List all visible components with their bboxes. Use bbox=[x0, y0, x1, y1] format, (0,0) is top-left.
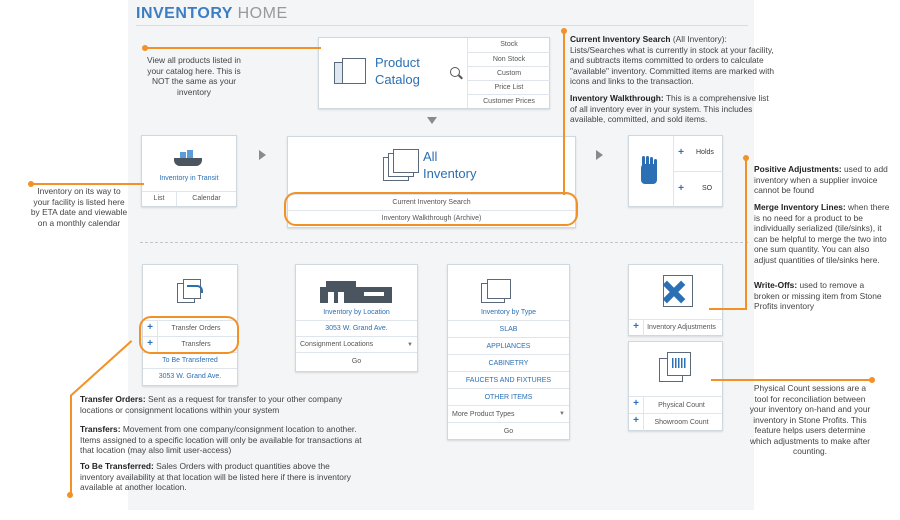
chevron-down-icon: ▼ bbox=[407, 342, 413, 348]
catalog-icon bbox=[334, 58, 368, 86]
note-transfer-orders: Transfer Orders: Sent as a request for t… bbox=[80, 394, 343, 415]
holds-label: Holds bbox=[696, 149, 714, 156]
warehouse-icon bbox=[320, 281, 392, 303]
note-merge-lines: Merge Inventory Lines: when there is no … bbox=[754, 202, 890, 265]
callout-line bbox=[32, 183, 144, 185]
transfers-address-link[interactable]: 3053 W. Grand Ave. bbox=[143, 368, 237, 385]
product-catalog-panel: Product Catalog Stock Non Stock Custom P… bbox=[318, 37, 550, 109]
right-arrow-icon bbox=[259, 150, 266, 160]
transit-list-button[interactable]: List bbox=[142, 191, 176, 206]
callout-line bbox=[146, 47, 321, 49]
callout-line bbox=[70, 395, 72, 495]
callout-line bbox=[709, 308, 747, 310]
catalog-label-line2: Catalog bbox=[375, 72, 420, 87]
section-divider bbox=[140, 242, 748, 243]
catalog-menu-custom[interactable]: Custom bbox=[468, 66, 550, 81]
holds-item[interactable]: + Holds bbox=[673, 136, 722, 171]
all-inventory-link[interactable]: All Inventory bbox=[288, 137, 575, 194]
add-icon: + bbox=[629, 414, 644, 431]
catalog-menu: Stock Non Stock Custom Price List Custom… bbox=[467, 38, 550, 108]
highlight-oval bbox=[284, 192, 578, 226]
catalog-menu-non-stock[interactable]: Non Stock bbox=[468, 52, 550, 67]
physical-count-item[interactable]: + Physical Count bbox=[629, 396, 722, 414]
by-location-address-link[interactable]: 3053 W. Grand Ave. bbox=[296, 320, 417, 337]
add-icon: + bbox=[678, 147, 684, 158]
transit-calendar-button[interactable]: Calendar bbox=[176, 191, 236, 206]
by-type-icon bbox=[481, 279, 511, 303]
by-location-panel: Inventory by Location 3053 W. Grand Ave.… bbox=[295, 264, 418, 372]
note-transit: Inventory on its way to your facility is… bbox=[30, 186, 128, 228]
transit-label[interactable]: Inventory in Transit bbox=[142, 175, 236, 182]
hand-icon bbox=[639, 156, 661, 186]
title-divider bbox=[136, 25, 748, 26]
callout-line bbox=[70, 340, 133, 397]
inventory-adjustments-item[interactable]: + Inventory Adjustments bbox=[629, 319, 722, 336]
highlight-oval bbox=[139, 316, 239, 354]
page-title: INVENTORY HOME bbox=[136, 5, 288, 22]
callout-dot bbox=[561, 28, 567, 34]
catalog-label-line1: Product bbox=[375, 55, 420, 70]
callout-dot bbox=[743, 155, 749, 161]
add-icon: + bbox=[629, 397, 644, 414]
note-walkthrough: Inventory Walkthrough: This is a compreh… bbox=[570, 93, 769, 124]
callout-line bbox=[745, 159, 747, 309]
to-be-transferred-link[interactable]: To Be Transferred bbox=[143, 352, 237, 369]
right-arrow-icon bbox=[596, 150, 603, 160]
holds-panel: + Holds + SO bbox=[628, 135, 723, 207]
type-slab-link[interactable]: SLAB bbox=[448, 320, 569, 338]
down-arrow-icon bbox=[427, 117, 437, 124]
so-label: SO bbox=[702, 185, 713, 192]
catalog-menu-customer-prices[interactable]: Customer Prices bbox=[468, 94, 550, 109]
type-faucets-link[interactable]: FAUCETS AND FIXTURES bbox=[448, 371, 569, 389]
note-catalog: View all products listed in your catalog… bbox=[147, 55, 241, 97]
type-cabinetry-link[interactable]: CABINETRY bbox=[448, 354, 569, 372]
catalog-menu-price-list[interactable]: Price List bbox=[468, 80, 550, 95]
showroom-count-item[interactable]: + Showroom Count bbox=[629, 413, 722, 431]
search-icon-handle bbox=[458, 74, 463, 80]
by-type-panel: Inventory by Type SLAB APPLIANCES CABINE… bbox=[447, 264, 570, 440]
note-write-offs: Write-Offs: used to remove a broken or m… bbox=[754, 280, 882, 311]
add-icon: + bbox=[629, 320, 644, 336]
so-item[interactable]: + SO bbox=[673, 171, 722, 207]
type-appliances-link[interactable]: APPLIANCES bbox=[448, 337, 569, 355]
catalog-menu-stock[interactable]: Stock bbox=[468, 38, 550, 52]
transit-panel: Inventory in Transit List Calendar bbox=[141, 135, 237, 207]
callout-dot bbox=[67, 492, 73, 498]
callout-line bbox=[563, 32, 565, 195]
inventory-stack-icon bbox=[383, 149, 419, 181]
barcode-icon bbox=[659, 352, 693, 382]
by-type-go-button[interactable]: Go bbox=[448, 422, 569, 440]
callout-line bbox=[711, 379, 873, 381]
note-transfers: Transfers: Movement from one company/con… bbox=[80, 424, 362, 455]
all-inventory-label-line2: Inventory bbox=[423, 166, 477, 181]
note-current-search: Current Inventory Search (All Inventory)… bbox=[570, 34, 775, 86]
consignment-locations-select[interactable]: Consignment Locations ▼ bbox=[296, 336, 417, 353]
add-icon: + bbox=[678, 183, 684, 194]
chevron-down-icon: ▼ bbox=[559, 411, 565, 417]
physical-panel: + Physical Count + Showroom Count bbox=[628, 341, 723, 431]
product-catalog-link[interactable]: Product Catalog bbox=[319, 38, 467, 108]
note-positive-adjustments: Positive Adjustments: used to add invent… bbox=[754, 164, 888, 195]
all-inventory-label-line1: All bbox=[423, 149, 438, 164]
type-other-link[interactable]: OTHER ITEMS bbox=[448, 388, 569, 406]
tools-icon bbox=[655, 275, 697, 313]
transfer-icon bbox=[177, 279, 203, 303]
by-location-label[interactable]: Inventory by Location bbox=[296, 309, 417, 316]
more-product-types-select[interactable]: More Product Types ▼ bbox=[448, 405, 569, 423]
by-location-go-button[interactable]: Go bbox=[296, 352, 417, 371]
adjustments-panel: + Inventory Adjustments bbox=[628, 264, 723, 336]
callout-dot bbox=[142, 45, 148, 51]
note-to-be-transferred: To Be Transferred: Sales Orders with pro… bbox=[80, 461, 351, 492]
ship-icon bbox=[172, 150, 204, 168]
by-type-label[interactable]: Inventory by Type bbox=[448, 309, 569, 316]
note-physical-count: Physical Count sessions are a tool for r… bbox=[749, 383, 871, 456]
